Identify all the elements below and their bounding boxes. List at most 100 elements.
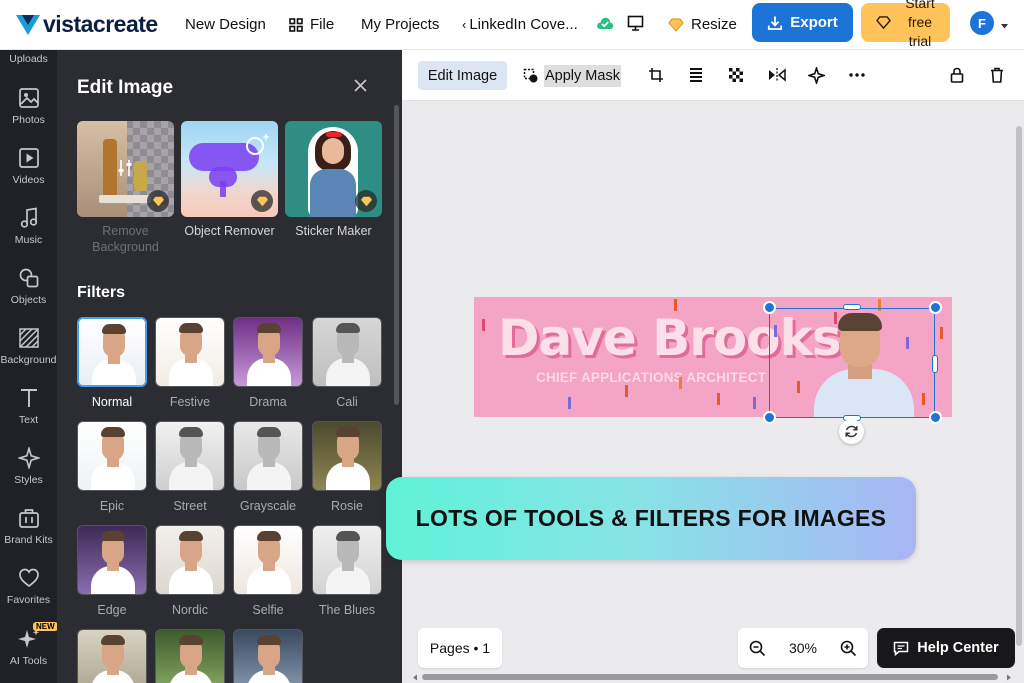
zoom-out-icon[interactable] [749,640,766,657]
filter-item-12[interactable] [77,629,147,683]
edit-image-panel: Edit Image Remove Background Object Remo… [57,50,402,683]
resize-handle-top-left[interactable] [763,301,776,314]
filter-street[interactable]: Street [155,421,225,513]
filters-title: Filters [77,284,126,301]
filter-thumbnail [155,525,225,595]
document-title-label: LinkedIn Cove... [469,16,578,33]
filter-thumbnail [312,317,382,387]
pages-button[interactable]: Pages • 1 [418,628,502,668]
horizontal-scroll-thumb[interactable] [422,674,998,680]
filter-edge[interactable]: Edge [77,525,147,617]
filter-drama[interactable]: Drama [233,317,303,409]
tool-label: Object Remover [184,224,275,238]
start-free-trial-button[interactable]: Start free trial [861,0,950,49]
filter-the-blues[interactable]: The Blues [312,525,382,617]
avatar-initial: F [978,15,986,31]
filter-normal[interactable]: Normal [77,317,147,409]
trial-label: Start free trial [905,0,935,49]
new-badge: NEW [33,622,57,631]
filter-thumbnail [77,525,147,595]
resize-handle-bottom-right[interactable] [929,411,942,424]
filter-cali[interactable]: Cali [312,317,382,409]
rail-item-background[interactable]: Background [0,327,57,366]
resize-handle-bottom-left[interactable] [763,411,776,424]
chevron-left-icon: ‹ [462,17,467,32]
filter-label: Normal [91,395,133,409]
zoom-level[interactable]: 30% [789,640,817,656]
effects-sparkle-icon[interactable] [808,67,825,84]
filter-rosie[interactable]: Rosie [312,421,382,513]
resize-handle-top-right[interactable] [929,301,942,314]
apply-mask-button[interactable]: Apply Mask [523,61,621,90]
vertical-scroll-thumb[interactable] [1016,126,1022,646]
tool-sticker-maker[interactable]: Sticker Maker [285,121,382,239]
photo-icon [18,88,39,108]
styles-icon [17,447,40,469]
close-icon[interactable] [354,79,367,97]
resize-button[interactable]: Resize [668,16,737,33]
export-button[interactable]: Export [752,3,853,42]
top-bar: vistacreate New Design File My Projects … [0,0,1024,50]
panel-scrollbar[interactable] [394,105,399,405]
music-icon [20,207,37,228]
more-icon[interactable] [849,73,865,77]
scroll-right-arrow-icon[interactable] [1006,674,1012,681]
filter-selfie[interactable]: Selfie [233,525,303,617]
lock-icon[interactable] [950,67,964,83]
document-title[interactable]: ‹ LinkedIn Cove... [462,16,578,33]
confetti-shape [482,319,485,331]
filter-item-14[interactable] [233,629,303,683]
rail-item-favorites[interactable]: Favorites [0,567,57,606]
rail-item-text[interactable]: Text [0,387,57,426]
logo-mark-icon [16,14,40,35]
align-icon[interactable] [689,67,703,83]
tool-object-remover[interactable]: Object Remover [181,121,278,239]
present-icon[interactable] [627,15,644,36]
selection-box [769,308,935,418]
filter-thumbnail [233,421,303,491]
filter-grayscale[interactable]: Grayscale [233,421,303,513]
rail-item-objects[interactable]: Objects [0,267,57,306]
rail-item-ai-tools[interactable]: NEW AI Tools [0,622,57,667]
filter-item-13[interactable] [155,629,225,683]
avatar[interactable]: F [970,11,994,35]
canvas-role-text[interactable]: CHIEF APPLICATIONS ARCHITECT [536,370,766,385]
rail-label: Objects [10,294,47,306]
rail-item-music[interactable]: Music [0,207,57,246]
zoom-in-icon[interactable] [840,640,857,657]
vertical-scrollbar[interactable] [1014,101,1024,673]
rail-label: Brand Kits [4,534,53,546]
rail-item-uploads[interactable]: Uploads [0,53,57,65]
rail-item-brand-kits[interactable]: Brand Kits [0,507,57,546]
crop-icon[interactable] [648,67,664,83]
scroll-left-arrow-icon[interactable] [412,674,418,681]
video-icon [18,148,39,168]
chevron-down-icon[interactable] [1000,17,1009,35]
workspace: Edit Image Apply Mask Dave Brooks CHIEF … [402,50,1024,683]
my-projects-button[interactable]: My Projects [361,16,439,33]
filter-label: The Blues [318,603,376,617]
resize-handle-top[interactable] [843,304,861,310]
filter-nordic[interactable]: Nordic [155,525,225,617]
horizontal-scrollbar[interactable] [412,673,1014,681]
rail-item-styles[interactable]: Styles [0,447,57,486]
transparency-icon[interactable] [728,67,744,83]
rail-item-photos[interactable]: Photos [0,87,57,126]
flip-icon[interactable] [768,67,786,83]
filter-thumbnail [155,421,225,491]
file-menu-button[interactable]: File [289,16,334,33]
brush-circle-icon [246,133,270,155]
logo[interactable]: vistacreate [16,11,176,38]
new-design-button[interactable]: New Design [185,16,266,33]
resize-handle-right[interactable] [932,355,938,373]
rotate-handle[interactable] [839,419,864,444]
edit-image-button[interactable]: Edit Image [418,61,507,90]
tool-remove-background[interactable]: Remove Background [77,121,174,255]
trash-icon[interactable] [990,67,1004,83]
logo-text: vistacreate [43,11,158,37]
filter-epic[interactable]: Epic [77,421,147,513]
promo-banner-text: LOTS OF TOOLS & FILTERS FOR IMAGES [415,505,887,531]
filter-festive[interactable]: Festive [155,317,225,409]
help-center-button[interactable]: Help Center [877,628,1015,668]
rail-item-videos[interactable]: Videos [0,147,57,186]
